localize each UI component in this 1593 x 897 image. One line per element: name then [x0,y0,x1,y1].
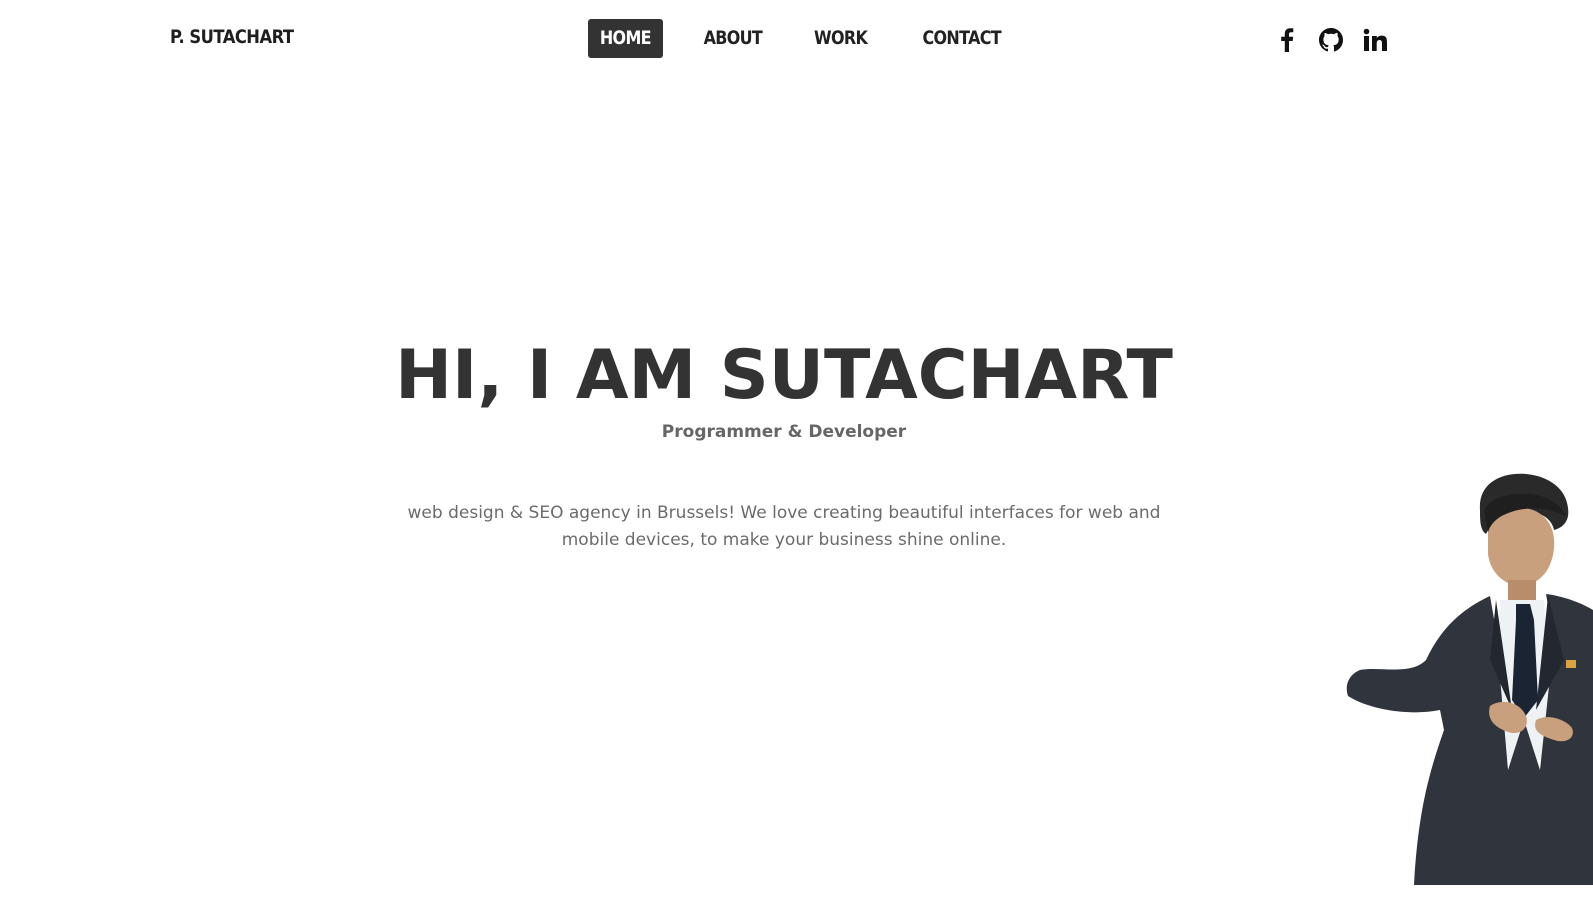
site-header: P. SUTACHART HOME ABOUT WORK CONTACT [0,0,1593,80]
main-nav: HOME ABOUT WORK CONTACT [588,19,1043,58]
linkedin-icon [1363,28,1387,51]
portrait-image [1340,470,1593,885]
hero-subtitle: Programmer & Developer [661,422,907,442]
page: P. SUTACHART HOME ABOUT WORK CONTACT HI,… [0,0,1593,897]
nav-item-label: WORK [814,27,869,49]
nav-item-home[interactable]: HOME [588,19,663,58]
facebook-link[interactable] [1274,27,1300,53]
github-link[interactable] [1318,27,1344,53]
nav-item-work[interactable]: WORK [802,19,879,58]
hero-title: HI, I AM SUTACHART [395,336,1173,415]
nav-item-label: ABOUT [703,27,762,49]
site-brand[interactable]: P. SUTACHART [170,26,294,48]
hero-section: HI, I AM SUTACHART Programmer & Develope… [0,330,1568,554]
nav-item-label: HOME [599,27,652,49]
facebook-icon [1281,28,1294,52]
nav-item-contact[interactable]: CONTACT [908,19,1016,58]
nav-item-about[interactable]: ABOUT [691,19,775,58]
hero-description: web design & SEO agency in Brussels! We … [407,503,1161,550]
person-illustration [1346,473,1593,885]
linkedin-link[interactable] [1362,27,1388,53]
github-icon [1319,28,1343,52]
nav-item-label: CONTACT [922,27,1001,49]
social-links [1274,27,1406,53]
